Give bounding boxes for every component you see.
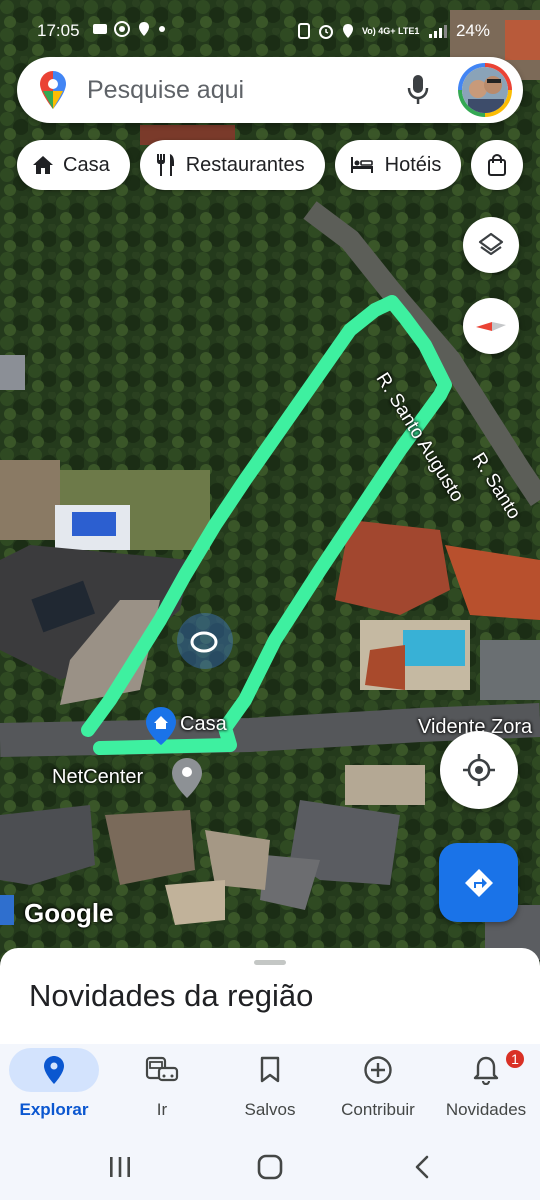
bell-icon [473,1056,499,1085]
chip-hoteis[interactable]: Hotéis [334,140,462,190]
place-netcenter-label: NetCenter [52,766,144,788]
chip-restaurantes[interactable]: Restaurantes [139,140,325,190]
mic-icon[interactable] [407,74,429,106]
recents-button[interactable] [100,1152,140,1182]
signal-icon [428,25,447,38]
network-label: Vo) 4G+ LTE1 [361,25,420,36]
search-bar[interactable]: Pesquise aqui [17,57,523,123]
place-casa[interactable]: Casa [146,707,227,750]
nav-contribuir[interactable]: Contribuir [324,1044,432,1134]
status-bar: 17:05 Vo) 4G+ LTE1 24% [0,0,540,56]
nav-ir[interactable]: Ir [108,1044,216,1134]
status-time: 17:05 [37,21,80,40]
hotel-icon [350,157,373,173]
profile-avatar[interactable] [458,63,512,117]
back-button[interactable] [402,1152,442,1182]
shopping-icon [488,154,507,176]
chip-restaurantes-label: Restaurantes [185,153,305,176]
google-attribution: Google [24,898,114,928]
nfc-icon [297,23,310,39]
nav-explorar-label: Explorar [19,1100,89,1119]
nav-ir-label: Ir [156,1100,168,1119]
status-system-icons: Vo) 4G+ LTE1 24% [296,21,490,41]
alarm-icon [318,25,333,39]
nav-contribuir-label: Contribuir [341,1100,415,1119]
location-icon [139,22,149,36]
directions-button[interactable] [439,843,518,922]
home-icon [257,1154,283,1180]
home-button[interactable] [250,1152,290,1182]
layers-button[interactable] [463,217,519,273]
sheet-handle[interactable] [254,960,286,965]
add-circle-icon [364,1056,392,1084]
caption-icon [93,24,107,34]
nav-novidades[interactable]: 1 Novidades [432,1044,540,1134]
status-notification-icons [92,21,166,37]
nav-salvos-indicator [225,1048,315,1092]
chip-casa[interactable]: Casa [17,140,130,190]
chip-hoteis-label: Hotéis [384,153,442,176]
commute-icon [145,1056,179,1082]
chip-shopping[interactable] [471,140,524,190]
compass-icon [476,322,506,331]
dot-icon [159,26,165,32]
sheet-title: Novidades da região [29,978,314,1013]
chrome-icon [114,21,130,37]
nav-contribuir-indicator [333,1048,423,1092]
nav-novidades-label: Novidades [445,1100,527,1119]
back-icon [415,1155,429,1179]
directions-icon [464,868,493,897]
avatar-image [462,67,508,113]
bookmark-icon [260,1056,280,1083]
chip-casa-label: Casa [63,153,110,176]
restaurant-icon [156,154,174,176]
home-pin-icon [146,707,176,745]
battery-text: 24% [455,21,490,40]
compass-button[interactable] [463,298,519,354]
place-casa-label: Casa [180,713,227,735]
system-navigation-bar [0,1134,540,1200]
layers-icon [478,232,504,256]
nav-salvos[interactable]: Salvos [216,1044,324,1134]
nav-explorar-indicator [9,1048,99,1092]
home-icon [33,156,53,174]
category-chips: Casa Restaurantes Hotéis [17,140,524,190]
maps-pin-icon [40,71,66,109]
nav-salvos-label: Salvos [244,1100,296,1119]
nav-explorar[interactable]: Explorar [0,1044,108,1134]
notification-badge: 1 [504,1048,526,1070]
search-input[interactable]: Pesquise aqui [87,76,244,105]
recents-icon [110,1157,130,1177]
explore-pin-icon [44,1056,64,1084]
avatar-photo [462,67,508,113]
bottom-navigation: Explorar Ir Salvos Contribuir 1 Novidade… [0,1044,540,1134]
my-location-button[interactable] [440,731,518,809]
my-location-icon [463,754,495,786]
bottom-sheet[interactable]: Novidades da região [0,948,540,1044]
nav-ir-indicator [117,1048,207,1092]
location-status-icon [342,24,353,38]
location-pin-icon [172,758,202,798]
